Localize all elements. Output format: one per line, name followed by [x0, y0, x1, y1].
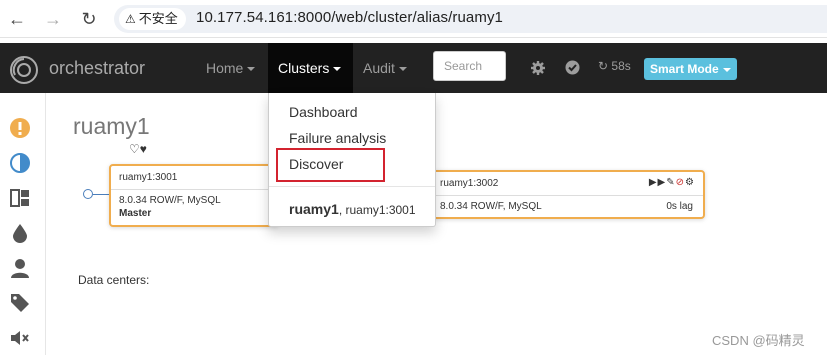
tag-icon[interactable] [9, 292, 31, 314]
topology-connector [93, 194, 110, 195]
nav-clusters-label: Clusters [278, 60, 330, 76]
smart-mode-button[interactable]: Smart Mode [644, 58, 737, 80]
cluster-name: ruamy1 [289, 201, 339, 217]
data-centers-label: Data centers: [78, 273, 150, 287]
browser-toolbar: ← → ↻ ⚠ 不安全 10.177.54.161:8000/web/cluste… [0, 0, 827, 38]
instance-body: 8.0.34 ROW/F, MySQL 0s lag [432, 196, 703, 217]
address-bar[interactable]: ⚠ 不安全 10.177.54.161:8000/web/cluster/alia… [114, 5, 827, 33]
reload-icon[interactable]: ↻ [78, 8, 100, 30]
orchestrator-logo-icon[interactable] [9, 55, 39, 85]
gear-icon[interactable] [530, 60, 546, 76]
caret-down-icon [247, 67, 256, 72]
instance-action-icons: ▶▶✎⊘⚙ [649, 177, 695, 188]
caret-down-icon [333, 67, 342, 72]
nav-audit[interactable]: Audit [353, 43, 417, 93]
drop-icon[interactable] [9, 222, 31, 244]
gear-icon[interactable]: ⚙ [685, 177, 695, 188]
warning-triangle-icon: ⚠ [125, 12, 136, 26]
instance-header[interactable]: ruamy1:3001 [111, 166, 277, 190]
user-icon[interactable] [9, 257, 31, 279]
security-label: 不安全 [138, 11, 178, 26]
instance-box-replica[interactable]: ruamy1:3002 ▶▶✎⊘⚙ 8.0.34 ROW/F, MySQL 0s… [430, 170, 705, 219]
page-title: ruamy1 [73, 113, 150, 139]
cluster-alias: , ruamy1:3001 [338, 203, 416, 217]
instance-host: ruamy1:3001 [119, 172, 178, 183]
watermark: CSDN @码精灵 [712, 333, 805, 348]
contrast-icon[interactable] [9, 152, 31, 174]
replication-lag: 0s lag [666, 201, 693, 212]
url-text[interactable]: 10.177.54.161:8000/web/cluster/alias/rua… [196, 9, 503, 26]
instance-role: Master [119, 208, 152, 219]
brand-name[interactable]: orchestrator [49, 58, 145, 79]
fast-forward-icon[interactable]: ▶▶ [649, 177, 666, 188]
nav-home[interactable]: Home [196, 43, 265, 93]
instance-box-master[interactable]: ruamy1:3001 8.0.34 ROW/F, MySQL Master [109, 164, 279, 227]
pencil-icon[interactable]: ✎ [666, 177, 675, 188]
back-arrow-icon[interactable]: ← [6, 8, 28, 30]
instance-header[interactable]: ruamy1:3002 ▶▶✎⊘⚙ [432, 172, 703, 196]
menu-divider [269, 186, 435, 187]
instance-host: ruamy1:3002 [440, 178, 499, 189]
smart-mode-label: Smart Mode [650, 62, 719, 76]
instance-version: 8.0.34 ROW/F, MySQL [119, 195, 221, 206]
clusters-dropdown-menu: Dashboard Failure analysis Discover ruam… [268, 93, 436, 227]
app-navbar: orchestrator Home Clusters Audit ↻ 58s S… [0, 43, 827, 93]
sidebar [0, 93, 46, 355]
topology-root-node[interactable] [83, 189, 93, 199]
nav-home-label: Home [206, 60, 244, 76]
timer-value: 58s [611, 59, 631, 73]
caret-down-icon [722, 67, 731, 72]
ban-icon[interactable]: ⊘ [676, 177, 685, 188]
discover-highlight-box [276, 148, 385, 182]
mute-icon[interactable] [9, 327, 31, 349]
check-circle-icon[interactable] [565, 60, 580, 75]
instance-version: 8.0.34 ROW/F, MySQL [440, 201, 542, 212]
forward-arrow-icon[interactable]: → [42, 8, 64, 30]
caret-down-icon [398, 67, 407, 72]
menu-item-cluster[interactable]: ruamy1, ruamy1:3001 [289, 201, 416, 217]
security-indicator[interactable]: ⚠ 不安全 [119, 8, 186, 30]
refresh-timer[interactable]: ↻ 58s [598, 59, 631, 73]
menu-item-dashboard[interactable]: Dashboard [289, 104, 358, 120]
nav-clusters[interactable]: Clusters [268, 43, 353, 93]
menu-item-failure-analysis[interactable]: Failure analysis [289, 130, 386, 146]
heart-icon[interactable]: ♡♥ [129, 142, 147, 156]
alert-icon[interactable] [9, 117, 31, 139]
nav-audit-label: Audit [363, 60, 395, 76]
instance-body: 8.0.34 ROW/F, MySQL Master [111, 190, 277, 224]
servers-icon[interactable] [9, 187, 31, 209]
search-input[interactable] [433, 51, 506, 81]
refresh-icon: ↻ [598, 59, 609, 73]
